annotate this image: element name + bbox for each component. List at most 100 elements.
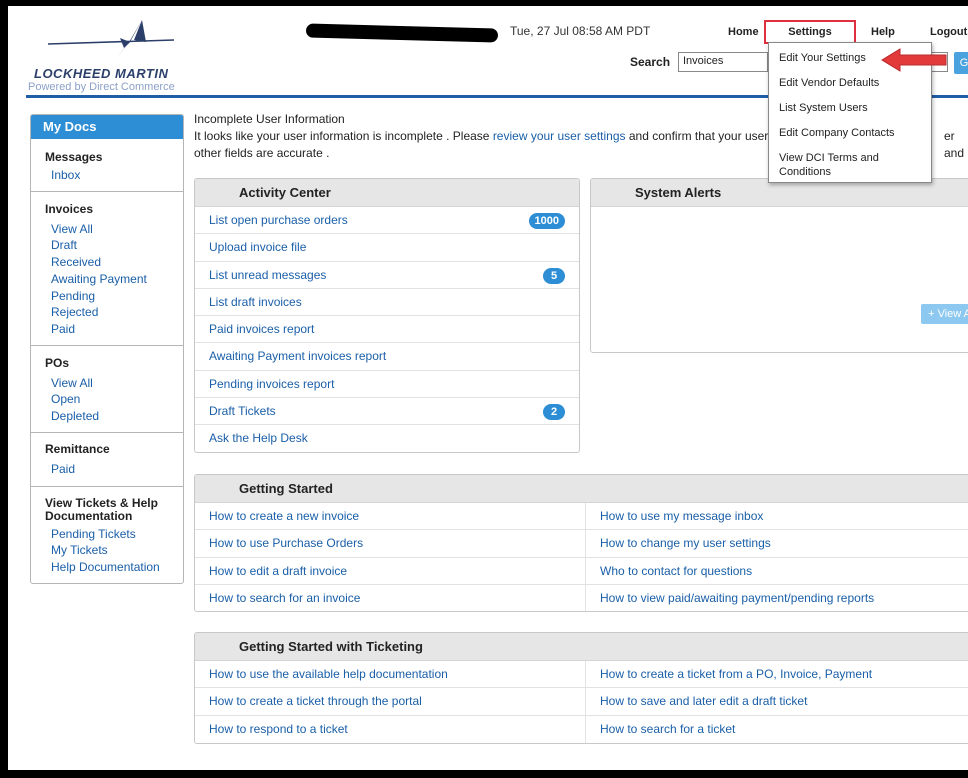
sidebar-title: My Docs — [31, 115, 183, 139]
sidebar-heading-remittance: Remittance — [45, 442, 110, 456]
nav-settings-link[interactable]: Settings — [764, 20, 856, 44]
activity-item-label: Upload invoice file — [209, 240, 307, 255]
column-divider — [585, 715, 586, 743]
activity-item-label: Ask the Help Desk — [209, 431, 308, 446]
activity-item-label: List draft invoices — [209, 294, 302, 309]
activity-center-panel: Activity Center List open purchase order… — [194, 178, 580, 453]
nav-home-link[interactable]: Home — [728, 26, 759, 38]
column-divider — [585, 530, 586, 558]
activity-item-label: List open purchase orders — [209, 213, 348, 227]
powered-by: Powered by Direct Commerce — [28, 81, 175, 93]
activity-item-label: Paid invoices report — [209, 322, 315, 337]
sidebar-link-invoices-awaiting-payment[interactable]: Awaiting Payment — [51, 272, 147, 286]
sidebar: My Docs Messages Inbox Invoices View All… — [30, 114, 184, 584]
help-link[interactable]: Who to contact for questions — [600, 558, 752, 585]
view-all-alerts-button[interactable]: + View All — [921, 304, 968, 324]
column-divider — [585, 503, 586, 530]
help-link[interactable]: How to edit a draft invoice — [209, 558, 347, 585]
menu-item-edit-company-contacts[interactable]: Edit Company Contacts — [779, 126, 895, 140]
notice-text: It looks like your user information is i… — [194, 129, 493, 143]
menu-item-view-dci-terms[interactable]: View DCI Terms and Conditions — [779, 151, 899, 179]
getting-started-panel: Getting Started How to create a new invo… — [194, 474, 968, 612]
sidebar-divider — [31, 432, 183, 433]
getting-started-title: Getting Started — [195, 475, 968, 503]
sidebar-link-inbox[interactable]: Inbox — [51, 168, 80, 182]
system-alerts-panel: System Alerts + View All — [590, 178, 968, 353]
help-link[interactable]: How to change my user settings — [600, 530, 771, 557]
activity-item[interactable]: Upload invoice file — [195, 234, 579, 262]
sidebar-link-my-tickets[interactable]: My Tickets — [51, 543, 108, 557]
activity-item[interactable]: Pending invoices report — [195, 371, 579, 399]
sidebar-link-pending-tickets[interactable]: Pending Tickets — [51, 527, 136, 541]
activity-item-label: Pending invoices report — [209, 376, 335, 391]
nav-help-link[interactable]: Help — [871, 26, 895, 38]
sidebar-link-invoices-view-all[interactable]: View All — [51, 222, 93, 236]
sidebar-link-pos-view-all[interactable]: View All — [51, 376, 93, 390]
search-go-button[interactable]: G — [954, 52, 968, 74]
notice-text-tail: er and — [944, 129, 965, 160]
activity-item[interactable]: List unread messages 5 — [195, 262, 579, 289]
activity-item[interactable]: Paid invoices report — [195, 316, 579, 344]
help-link[interactable]: How to use my message inbox — [600, 503, 763, 530]
column-divider — [585, 688, 586, 716]
app-frame: LOCKHEED MARTIN Powered by Direct Commer… — [8, 6, 968, 770]
sidebar-heading-tickets: View Tickets & Help Documentation — [45, 496, 158, 523]
menu-item-edit-vendor-defaults[interactable]: Edit Vendor Defaults — [779, 76, 879, 90]
activity-item[interactable]: Ask the Help Desk — [195, 425, 579, 452]
sidebar-link-remittance-paid[interactable]: Paid — [51, 462, 75, 476]
help-link[interactable]: How to search for an invoice — [209, 585, 360, 611]
notice-title: Incomplete User Information — [194, 112, 345, 126]
search-scope-select[interactable]: Invoices — [678, 52, 768, 72]
sidebar-divider — [31, 191, 183, 192]
help-row: How to create a ticket through the porta… — [195, 688, 968, 716]
activity-item-label: Draft Tickets — [209, 404, 276, 419]
help-link[interactable]: How to save and later edit a draft ticke… — [600, 688, 807, 715]
activity-item[interactable]: List draft invoices — [195, 289, 579, 317]
help-link[interactable]: How to create a ticket from a PO, Invoic… — [600, 661, 872, 688]
help-link[interactable]: How to use the available help documentat… — [209, 661, 448, 688]
help-link[interactable]: How to create a ticket through the porta… — [209, 688, 422, 715]
notice-text: and confirm that your usernar — [625, 129, 786, 143]
help-row: How to search for an invoice How to view … — [195, 585, 968, 611]
notice-text-line2: other fields are accurate . — [194, 146, 330, 160]
sidebar-heading-invoices: Invoices — [45, 202, 94, 216]
sidebar-link-invoices-rejected[interactable]: Rejected — [51, 305, 98, 319]
help-link[interactable]: How to view paid/awaiting payment/pendin… — [600, 585, 874, 611]
nav-logout-link[interactable]: Logout — [930, 26, 967, 38]
help-link[interactable]: How to respond to a ticket — [209, 716, 348, 743]
activity-item[interactable]: Awaiting Payment invoices report — [195, 343, 579, 371]
company-logo[interactable]: LOCKHEED MARTIN Powered by Direct Commer… — [26, 18, 196, 100]
sidebar-link-invoices-received[interactable]: Received — [51, 255, 101, 269]
help-row: How to edit a draft invoice Who to contac… — [195, 557, 968, 586]
count-badge: 5 — [543, 267, 565, 284]
help-link[interactable]: How to create a new invoice — [209, 503, 359, 530]
sidebar-link-invoices-pending[interactable]: Pending — [51, 289, 95, 303]
help-link[interactable]: How to use Purchase Orders — [209, 530, 363, 557]
review-user-settings-link[interactable]: review your user settings — [493, 129, 626, 143]
sidebar-divider — [31, 345, 183, 346]
menu-item-list-system-users[interactable]: List System Users — [779, 101, 868, 115]
activity-item[interactable]: List open purchase orders 1000 — [195, 207, 579, 235]
system-alerts-title: System Alerts — [591, 179, 968, 207]
menu-item-edit-your-settings[interactable]: Edit Your Settings — [779, 51, 866, 65]
count-badge: 2 — [543, 404, 565, 421]
activity-item-label: Awaiting Payment invoices report — [209, 349, 387, 364]
column-divider — [585, 661, 586, 688]
ticketing-panel: Getting Started with Ticketing How to us… — [194, 632, 968, 744]
sidebar-link-pos-depleted[interactable]: Depleted — [51, 409, 99, 423]
help-link[interactable]: How to search for a ticket — [600, 716, 735, 743]
redacted-username — [305, 23, 499, 43]
search-label: Search — [630, 55, 671, 69]
column-divider — [585, 557, 586, 585]
sidebar-link-pos-open[interactable]: Open — [51, 392, 80, 406]
column-divider — [585, 585, 586, 611]
sidebar-link-help-documentation[interactable]: Help Documentation — [51, 560, 160, 574]
sidebar-divider — [31, 486, 183, 487]
sidebar-link-invoices-paid[interactable]: Paid — [51, 322, 75, 336]
activity-item[interactable]: Draft Tickets 2 — [195, 398, 579, 426]
current-datetime: Tue, 27 Jul 08:58 AM PDT — [510, 24, 651, 38]
count-badge: 1000 — [528, 213, 565, 229]
sidebar-link-invoices-draft[interactable]: Draft — [51, 238, 77, 252]
activity-center-title: Activity Center — [195, 179, 579, 207]
sidebar-heading-messages: Messages — [45, 150, 103, 164]
